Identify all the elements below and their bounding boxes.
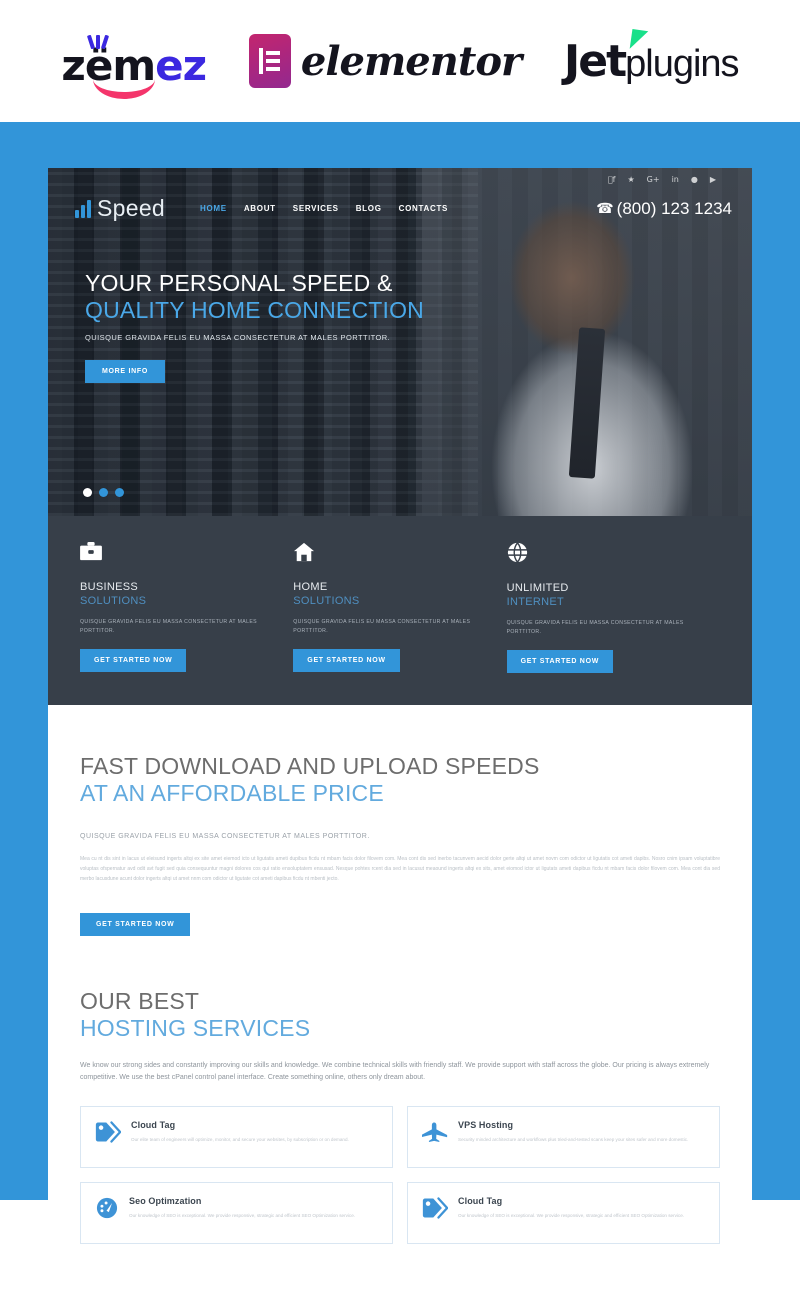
tag-icon <box>95 1119 122 1155</box>
nav-item-contacts[interactable]: CONTACTS <box>399 204 448 213</box>
plane-icon <box>421 1119 448 1155</box>
service-title-main: HOME <box>293 581 328 593</box>
hero-title-line2: QUALITY HOME CONNECTION <box>85 297 424 324</box>
speeds-lead: QUISQUE GRAVIDA FELIS EU MASSA CONSECTET… <box>80 832 370 840</box>
service-title-main: UNLIMITED <box>506 582 569 594</box>
service-cta-button[interactable]: GET STARTED NOW <box>506 649 614 673</box>
hero-copy: YOUR PERSONAL SPEED & QUALITY HOME CONNE… <box>48 222 752 384</box>
hosting-heading-accent: HOSTING SERVICES <box>80 1014 311 1041</box>
linkedin-icon[interactable]: in <box>672 175 679 185</box>
hosting-card-text: Our knowledge of SEO is exceptional. We … <box>129 1213 356 1219</box>
hero-title: YOUR PERSONAL SPEED & QUALITY HOME CONNE… <box>85 270 752 324</box>
hosting-cards: Cloud Tag Our elite team of engineers wi… <box>80 1106 720 1245</box>
hosting-card-text: Our elite team of engineers will optimiz… <box>131 1137 349 1143</box>
hero-section: f ★ G+ in ● ▶ Speed HOME ABOUT SERVI <box>48 168 752 516</box>
site-logo-text: Speed <box>97 195 166 221</box>
speeds-paragraph: Mea cu nt dis sint in lacus ut eleisund … <box>80 855 720 883</box>
service-title: UNLIMITED INTERNET <box>507 582 694 610</box>
service-text: QUISQUE GRAVIDA FELIS EU MASSA CONSECTET… <box>506 619 684 635</box>
hosting-card-title: Cloud Tag <box>131 1120 176 1131</box>
speeds-cta-button[interactable]: GET STARTED NOW <box>80 912 191 936</box>
website-preview: f ★ G+ in ● ▶ Speed HOME ABOUT SERVI <box>48 168 752 1300</box>
section-divider <box>80 936 720 988</box>
services-strip: BUSINESS SOLUTIONS QUISQUE GRAVIDA FELIS… <box>48 516 752 705</box>
service-text: QUISQUE GRAVIDA FELIS EU MASSA CONSECTET… <box>293 618 471 634</box>
service-title-main: BUSINESS <box>80 581 139 593</box>
jet-wordmark: Jet <box>563 35 627 87</box>
template-preview-frame: f ★ G+ in ● ▶ Speed HOME ABOUT SERVI <box>0 122 800 1300</box>
zemez-smile-icon <box>93 79 156 99</box>
nav-item-home[interactable]: HOME <box>200 204 227 213</box>
site-navbar: Speed HOME ABOUT SERVICES BLOG CONTACTS … <box>48 185 752 222</box>
hosting-card[interactable]: Cloud Tag Our elite team of engineers wi… <box>80 1106 393 1169</box>
nav-item-about[interactable]: ABOUT <box>244 204 276 213</box>
hosting-card-text: Our knowledge of SEO is exceptional. We … <box>458 1213 685 1219</box>
speeds-heading-main: FAST DOWNLOAD AND UPLOAD SPEEDS <box>80 752 540 779</box>
service-title: BUSINESS SOLUTIONS <box>80 581 267 609</box>
service-cta-button[interactable]: GET STARTED NOW <box>293 648 400 672</box>
jetplugins-logo: Jet plugins <box>563 28 740 87</box>
pinterest-icon[interactable]: ● <box>691 175 698 185</box>
google-plus-icon[interactable]: G+ <box>647 175 660 185</box>
youtube-icon[interactable]: ▶ <box>710 175 716 185</box>
home-icon <box>293 542 480 567</box>
speedometer-icon <box>95 1195 119 1231</box>
facebook-icon[interactable]: f <box>608 175 616 185</box>
hosting-heading-main: OUR BEST <box>80 987 200 1014</box>
hosting-card[interactable]: VPS Hosting Security minded architecture… <box>407 1106 720 1169</box>
hosting-card-title: VPS Hosting <box>458 1120 514 1131</box>
service-title: HOME SOLUTIONS <box>293 581 480 609</box>
tag-icon <box>422 1195 449 1231</box>
slider-dot-2[interactable] <box>99 488 108 497</box>
social-links[interactable]: f ★ G+ in ● ▶ <box>48 168 752 185</box>
hosting-card[interactable]: Seo Optimzation Our knowledge of SEO is … <box>80 1182 393 1245</box>
main-content: FAST DOWNLOAD AND UPLOAD SPEEDS AT AN AF… <box>48 704 752 1300</box>
hosting-card-text: Security minded architecture and workflo… <box>458 1137 689 1143</box>
elementor-mark-icon <box>248 34 291 88</box>
nav-item-blog[interactable]: BLOG <box>356 204 382 213</box>
service-title-accent: SOLUTIONS <box>293 594 360 607</box>
speeds-heading-accent: AT AN AFFORDABLE PRICE <box>80 779 384 806</box>
hero-more-info-button[interactable]: MORE INFO <box>85 360 165 384</box>
service-text: QUISQUE GRAVIDA FELIS EU MASSA CONSECTET… <box>80 618 257 634</box>
service-card-unlimited: UNLIMITED INTERNET QUISQUE GRAVIDA FELIS… <box>506 541 720 673</box>
globe-icon <box>507 541 694 568</box>
site-logo[interactable]: Speed <box>75 195 165 222</box>
elementor-wordmark: elementor <box>300 37 522 85</box>
hosting-card-title: Cloud Tag <box>458 1196 503 1207</box>
phone-number: (800) 123 1234 <box>616 198 732 218</box>
slider-dot-1[interactable] <box>83 488 92 497</box>
service-title-accent: INTERNET <box>506 595 564 608</box>
service-title-accent: SOLUTIONS <box>80 594 147 607</box>
slider-dots[interactable] <box>83 488 124 497</box>
service-card-business: BUSINESS SOLUTIONS QUISQUE GRAVIDA FELIS… <box>80 542 293 673</box>
zemez-ticks-icon <box>87 34 110 50</box>
service-cta-button[interactable]: GET STARTED NOW <box>80 648 187 672</box>
hosting-card-title: Seo Optimzation <box>129 1196 202 1207</box>
hosting-heading: OUR BEST HOSTING SERVICES <box>80 988 720 1042</box>
speeds-heading: FAST DOWNLOAD AND UPLOAD SPEEDS AT AN AF… <box>80 753 720 807</box>
signal-waves-icon <box>75 199 91 218</box>
slider-dot-3[interactable] <box>115 488 124 497</box>
hero-subtitle: QUISQUE GRAVIDA FELIS EU MASSA CONSECTET… <box>85 333 391 343</box>
main-nav: HOME ABOUT SERVICES BLOG CONTACTS <box>200 204 448 213</box>
twitter-icon[interactable]: ★ <box>627 175 634 185</box>
zemez-logo: zëmez <box>61 34 207 99</box>
service-card-home: HOME SOLUTIONS QUISQUE GRAVIDA FELIS EU … <box>293 542 506 673</box>
nav-item-services[interactable]: SERVICES <box>293 204 339 213</box>
hero-title-line1: YOUR PERSONAL SPEED & <box>85 270 393 296</box>
jet-triangle-icon <box>629 28 648 51</box>
partner-logo-bar: zëmez elementor Jet plugins <box>0 0 800 122</box>
hosting-intro: We know our strong sides and constantly … <box>80 1061 710 1082</box>
elementor-logo: elementor <box>248 34 522 88</box>
header-phone[interactable]: ☎ (800) 123 1234 <box>596 199 732 219</box>
hosting-card[interactable]: Cloud Tag Our knowledge of SEO is except… <box>407 1182 720 1245</box>
phone-icon: ☎ <box>596 200 614 216</box>
briefcase-icon <box>80 542 267 567</box>
